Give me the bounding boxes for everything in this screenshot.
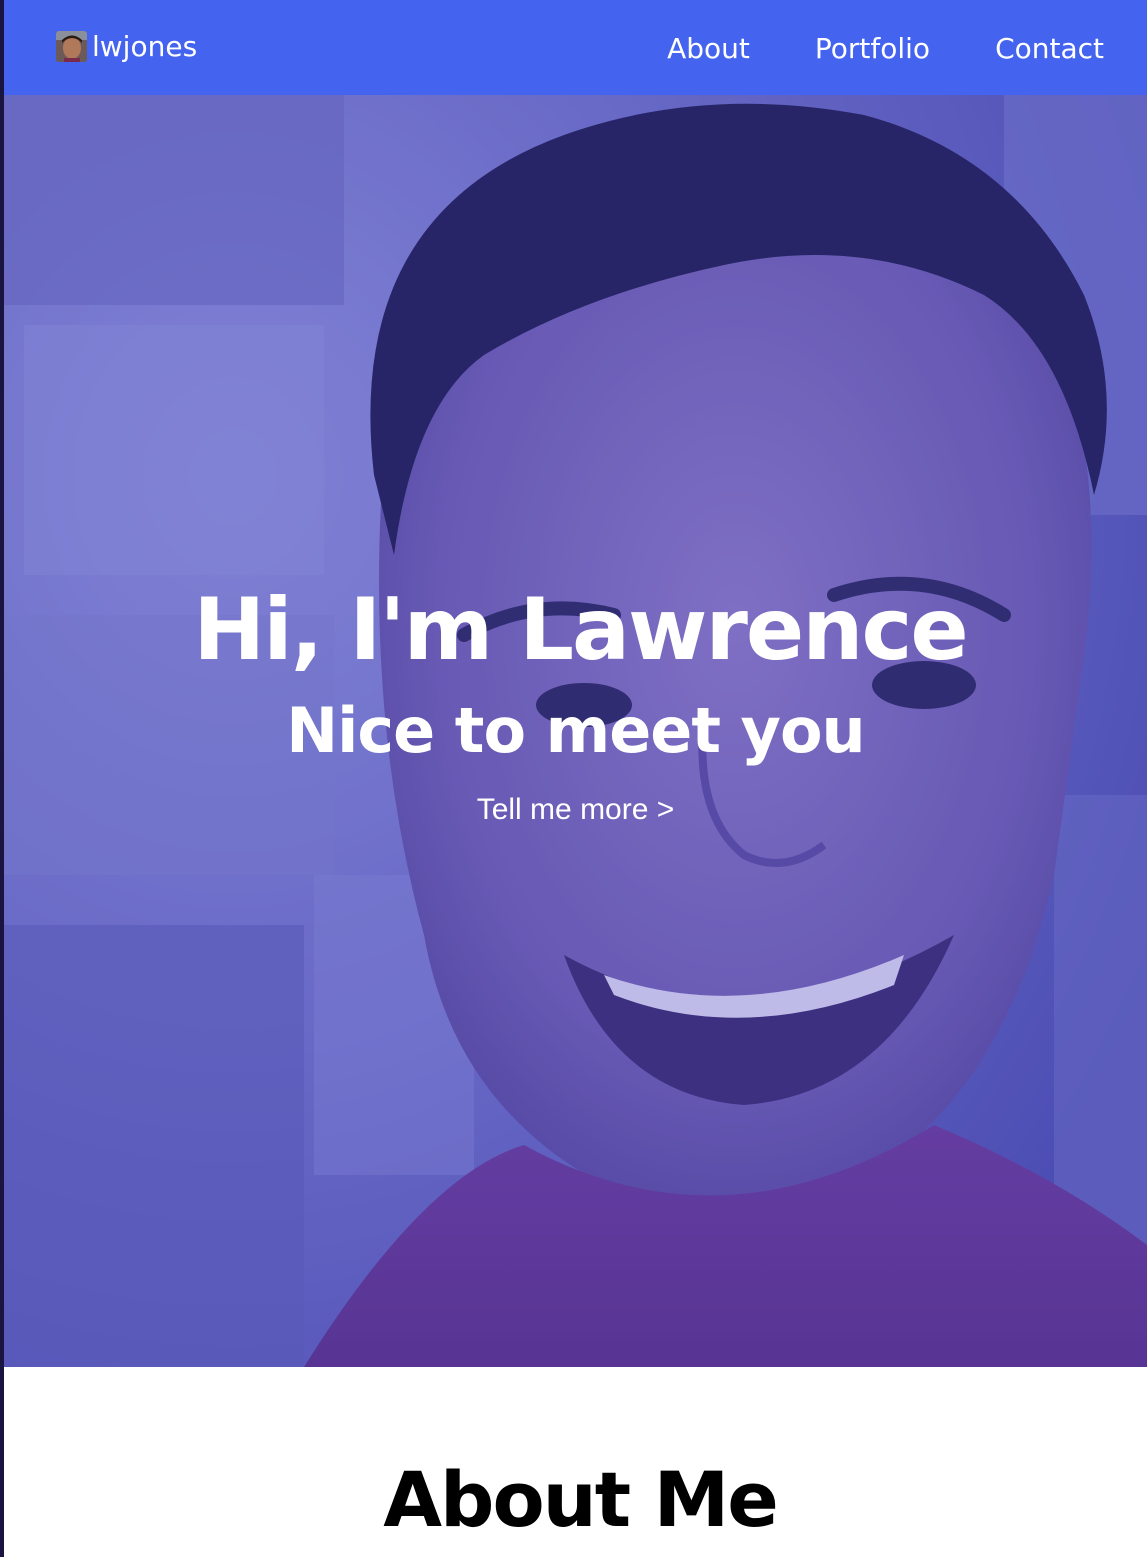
brand-link[interactable]: lwjones — [56, 28, 197, 64]
nav-links: About Portfolio Contact — [602, 28, 1104, 68]
brand-avatar — [56, 30, 87, 62]
about-section: About Me — [4, 1367, 1147, 1557]
nav-link-about[interactable]: About — [667, 32, 750, 65]
tell-me-more-link[interactable]: Tell me more > — [4, 793, 1147, 827]
hero-text: Hi, I'm Lawrence Nice to meet you Tell m… — [4, 95, 1147, 1367]
hero-subtitle: Nice to meet you — [286, 694, 865, 767]
navbar: lwjones About Portfolio Contact — [4, 0, 1147, 95]
hero-title: Hi, I'm Lawrence — [193, 580, 969, 680]
about-title: About Me — [383, 1455, 779, 1544]
page-left-edge — [0, 0, 4, 1557]
hero-section: Hi, I'm Lawrence Nice to meet you Tell m… — [4, 95, 1147, 1367]
brand-name: lwjones — [92, 29, 198, 63]
nav-link-contact[interactable]: Contact — [995, 32, 1104, 65]
nav-link-portfolio[interactable]: Portfolio — [815, 32, 930, 65]
